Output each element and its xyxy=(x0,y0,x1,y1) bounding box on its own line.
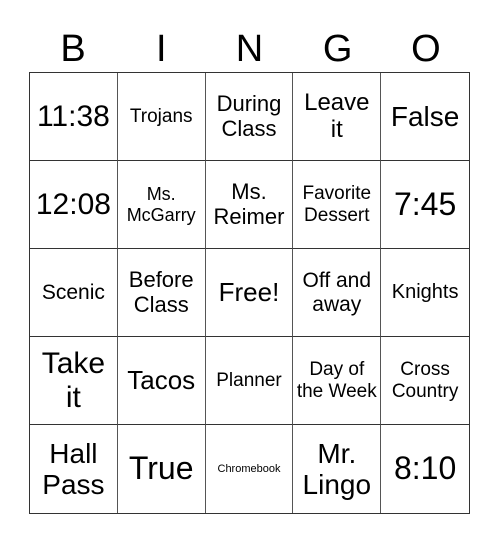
bingo-cell[interactable]: Planner xyxy=(205,337,294,425)
bingo-cell[interactable]: Hall Pass xyxy=(30,425,118,513)
bingo-cell[interactable]: Take it xyxy=(30,337,118,425)
bingo-grid: 11:38 Trojans During Class Leave it Fals… xyxy=(29,72,470,514)
bingo-cell[interactable]: 7:45 xyxy=(381,161,469,249)
bingo-cell[interactable]: 8:10 xyxy=(381,425,469,513)
bingo-cell[interactable]: 12:08 xyxy=(30,161,118,249)
bingo-cell[interactable]: Cross Country xyxy=(381,337,469,425)
bingo-cell[interactable]: Mr. Lingo xyxy=(293,425,382,513)
bingo-cell[interactable]: Ms. McGarry xyxy=(117,161,206,249)
bingo-cell[interactable]: Ms. Reimer xyxy=(205,161,294,249)
bingo-cell[interactable]: Leave it xyxy=(293,73,382,161)
bingo-cell[interactable]: Trojans xyxy=(117,73,206,161)
bingo-cell[interactable]: During Class xyxy=(205,73,294,161)
bingo-cell[interactable]: Tacos xyxy=(117,337,206,425)
bingo-cell[interactable]: Before Class xyxy=(117,249,206,337)
bingo-cell[interactable]: Off and away xyxy=(293,249,382,337)
header-letter-g: G xyxy=(322,28,353,70)
bingo-cell[interactable]: Scenic xyxy=(30,249,118,337)
bingo-cell[interactable]: Knights xyxy=(381,249,469,337)
header-letter-n: N xyxy=(235,28,264,70)
header-letter-o: O xyxy=(411,28,441,70)
free-space[interactable]: Free! xyxy=(205,249,294,337)
bingo-cell[interactable]: False xyxy=(381,73,469,161)
header-letter-b: B xyxy=(60,28,86,70)
bingo-cell[interactable]: Day of the Week xyxy=(293,337,382,425)
bingo-cell[interactable]: True xyxy=(118,425,206,513)
bingo-header: B I N G O xyxy=(29,26,470,72)
header-letter-i: I xyxy=(156,28,167,70)
bingo-cell[interactable]: Chromebook xyxy=(206,425,294,513)
bingo-cell[interactable]: Favorite Dessert xyxy=(293,161,382,249)
bingo-cell[interactable]: 11:38 xyxy=(30,73,118,161)
